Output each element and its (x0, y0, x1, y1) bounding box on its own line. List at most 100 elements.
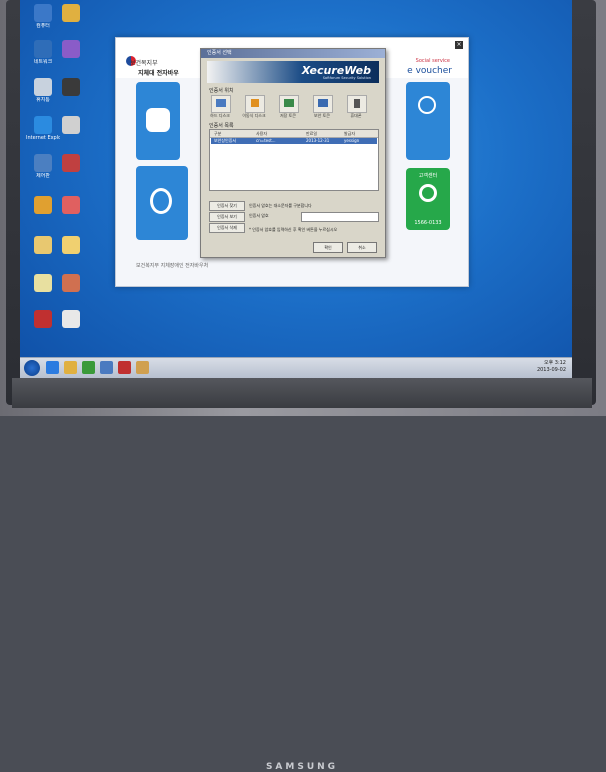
app-icon (34, 310, 52, 328)
app-icon (34, 116, 52, 134)
location-harddisk[interactable] (211, 95, 231, 113)
desktop-icon-label: 네트워크 (33, 59, 53, 65)
dialog-title: 인증서 선택 (201, 49, 385, 58)
tray-clock[interactable]: 오후 3:12 2013-09-02 (537, 360, 566, 374)
app-icon (34, 78, 52, 96)
cancel-button[interactable]: 취소 (347, 242, 377, 253)
help-phone: 1566-0133 (414, 220, 442, 226)
cert-expiry: 2013-12-31 (306, 138, 330, 143)
app-icon (62, 310, 80, 328)
explorer-taskbar-icon[interactable] (64, 361, 77, 374)
banner-subtitle: Softforum Security Solution (322, 76, 371, 80)
desktop-icon[interactable] (54, 4, 88, 23)
col-expiry[interactable]: 만료일 (306, 130, 317, 137)
location-security-token[interactable] (313, 95, 333, 113)
desktop-icon[interactable] (54, 40, 88, 59)
org-name: 보건복지부 (130, 60, 158, 67)
voucher-title: e voucher (407, 66, 452, 76)
cert-row[interactable]: 보안상인증서 cn=test... 2013-12-31 yessign (211, 138, 377, 144)
desktop-icon[interactable] (54, 78, 88, 97)
desktop-icon[interactable] (54, 274, 88, 293)
app-icon (34, 40, 52, 58)
app-icon (62, 154, 80, 172)
location-label-1: 이동식 디스크 (242, 113, 266, 118)
col-type[interactable]: 구분 (214, 130, 221, 137)
clock-time: 오후 3:12 (543, 360, 566, 366)
desktop-icon-label: 제어판 (36, 173, 50, 179)
app2-taskbar-icon[interactable] (118, 361, 131, 374)
screen: 컴퓨터네트워크휴지통 Internet Explorer 제어판 × 보건복지부 지… (20, 0, 572, 378)
location-label-3: 보안 토큰 (314, 113, 330, 118)
tile-family[interactable] (136, 82, 180, 160)
tile-health[interactable] (136, 166, 188, 240)
location-label-4: 휴대폰 (350, 113, 362, 118)
desktop-icon[interactable] (54, 310, 88, 329)
app-icon (34, 274, 52, 292)
location-token[interactable] (279, 95, 299, 113)
password-hint: 인증서 암호는 대소문자를 구분합니다 (249, 203, 312, 208)
password-input[interactable] (301, 212, 379, 222)
app-icon (34, 236, 52, 254)
app-icon (34, 196, 52, 214)
location-phone[interactable] (347, 95, 367, 113)
ie-taskbar-icon[interactable] (46, 361, 59, 374)
cert-list[interactable]: 구분 사용자 만료일 발급자 보안상인증서 cn=test... 2013-12… (209, 129, 379, 191)
app-icon (34, 154, 52, 172)
monitor-bezel-bottom: SAMSUNG (12, 378, 592, 772)
view-cert-button[interactable]: 인증서 보기 (209, 212, 245, 222)
family-icon (146, 108, 170, 132)
cert-list-header: 구분 사용자 만료일 발급자 (210, 130, 378, 138)
app-icon (62, 4, 80, 22)
xecureweb-banner: XecureWeb Softforum Security Solution (207, 61, 379, 83)
close-icon[interactable]: × (455, 41, 463, 49)
app-taskbar-icon[interactable] (100, 361, 113, 374)
help-label: 고객센터 (418, 173, 438, 179)
delete-cert-button[interactable]: 인증서 삭제 (209, 223, 245, 233)
location-label-2: 저장 토큰 (280, 113, 296, 118)
clock-date: 2013-09-02 (536, 367, 566, 373)
app-icon (62, 196, 80, 214)
app-icon (62, 274, 80, 292)
app-icon (62, 78, 80, 96)
app-icon (34, 4, 52, 22)
cert-user: cn=test... (256, 138, 276, 143)
token-icon (284, 99, 294, 107)
media-taskbar-icon[interactable] (82, 361, 95, 374)
taskbar: 오후 3:12 2013-09-02 (20, 357, 572, 378)
voucher-tagline: Social service (415, 58, 450, 64)
dialog-note: * 인증서 암호를 입력하신 후 확인 버튼을 누르십시오 (249, 227, 338, 232)
cert-list-label: 인증서 목록 (209, 123, 234, 129)
headset-icon (419, 184, 437, 202)
find-cert-button[interactable]: 인증서 찾기 (209, 201, 245, 211)
app3-taskbar-icon[interactable] (136, 361, 149, 374)
app-icon (62, 40, 80, 58)
cert-issuer: yessign (344, 138, 360, 143)
monitor-brand: SAMSUNG (265, 762, 339, 772)
desktop-icon-label: Internet Explorer (26, 135, 60, 141)
cert-type: 보안상인증서 (214, 138, 237, 143)
ok-button[interactable]: 확인 (313, 242, 343, 253)
service-name: 지체대 전자바우 (138, 70, 179, 77)
tile-card[interactable] (406, 82, 450, 160)
app-icon (62, 116, 80, 134)
usb-icon (251, 99, 259, 107)
app-icon (62, 236, 80, 254)
password-label: 인증서 암호 (249, 213, 269, 218)
location-removable[interactable] (245, 95, 265, 113)
start-button[interactable] (24, 360, 40, 376)
harddisk-icon (216, 99, 226, 107)
desktop-icon-label: 휴지통 (36, 97, 50, 103)
desktop-icon-label: 컴퓨터 (36, 23, 50, 29)
location-label: 인증서 위치 (209, 88, 234, 94)
desktop-icon[interactable] (54, 154, 88, 173)
desktop-icon[interactable] (54, 236, 88, 255)
cert-dialog[interactable]: 인증서 선택 XecureWeb Softforum Security Solu… (200, 48, 386, 258)
col-issuer[interactable]: 발급자 (344, 130, 355, 137)
help-center-tile[interactable]: 고객센터 1566-0133 (406, 168, 450, 230)
app-footer: 보건복지부 지체장애인 전자바우처 (136, 263, 209, 269)
stethoscope-icon (150, 188, 172, 214)
desktop-icon[interactable] (54, 116, 88, 135)
col-user[interactable]: 사용자 (256, 130, 267, 137)
desktop-icon[interactable] (54, 196, 88, 215)
phone-icon (354, 99, 360, 108)
